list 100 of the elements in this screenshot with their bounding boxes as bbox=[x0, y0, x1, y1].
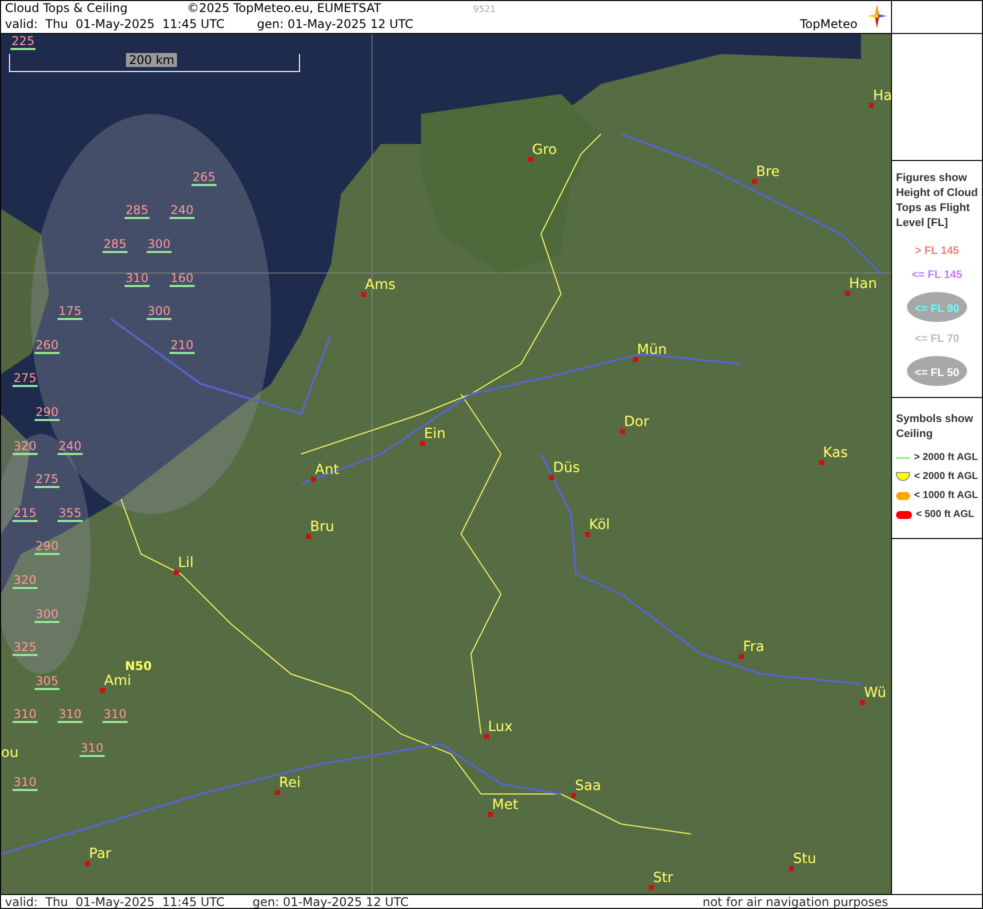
city-marker bbox=[585, 532, 590, 537]
city-label: Lux bbox=[488, 720, 513, 735]
cloud-top-figure: 310 bbox=[58, 708, 82, 723]
city-label: Ant bbox=[315, 463, 339, 478]
city-marker bbox=[869, 103, 874, 108]
cloud-top-figure: 285 bbox=[102, 238, 128, 253]
city-label: Ha bbox=[873, 89, 891, 104]
logo-text: TopMeteo bbox=[800, 17, 858, 32]
cloud-top-figure: 290 bbox=[34, 406, 60, 421]
city-marker bbox=[420, 441, 425, 446]
city-label: Stu bbox=[793, 852, 816, 867]
city-marker bbox=[620, 429, 625, 434]
city-marker bbox=[174, 570, 179, 575]
city-label: Dor bbox=[624, 415, 650, 430]
city-marker bbox=[488, 812, 493, 817]
city-label: Köl bbox=[589, 518, 610, 533]
cloud-top-figure: 320 bbox=[12, 440, 38, 455]
ceiling-label: > 2000 ft AGL bbox=[914, 451, 978, 465]
cloud-top-figure: 260 bbox=[34, 339, 60, 354]
cloud-top-figure: 300 bbox=[146, 238, 172, 253]
flight-level-label: <= FL 145 bbox=[912, 268, 962, 282]
flight-level-label: > FL 145 bbox=[914, 244, 960, 258]
city-label: Lil bbox=[178, 556, 194, 571]
city-label: Par bbox=[89, 847, 112, 862]
city-label: Bre bbox=[756, 165, 780, 180]
city-label: ou bbox=[1, 746, 18, 761]
grid-label: N50 bbox=[125, 659, 152, 674]
city-label: Fra bbox=[743, 640, 764, 655]
city-label: Ams bbox=[365, 278, 396, 293]
cloud-top-figure: 300 bbox=[34, 608, 60, 623]
legend-heading: Symbols show Ceiling bbox=[896, 412, 974, 442]
city-marker bbox=[528, 157, 533, 162]
cloud-top-figure: 175 bbox=[58, 305, 82, 320]
scale-label: 200 km bbox=[126, 53, 178, 67]
cloud-top-figure: 240 bbox=[170, 204, 194, 219]
city-marker bbox=[845, 291, 850, 296]
city-marker bbox=[633, 357, 638, 362]
cloud-top-figure: 325 bbox=[12, 641, 38, 656]
city-label: Mün bbox=[637, 343, 667, 358]
city-marker bbox=[571, 793, 576, 798]
valid-time: valid: Thu 01-May-2025 11:45 UTC bbox=[5, 895, 224, 909]
cloud-top-figure: 310 bbox=[12, 776, 38, 791]
map-title: Cloud Tops & Ceiling bbox=[5, 1, 128, 16]
city-label: Kas bbox=[823, 446, 848, 461]
city-label: Ein bbox=[424, 427, 446, 442]
flight-level-label: <= FL 50 bbox=[914, 367, 960, 379]
city-marker bbox=[85, 861, 90, 866]
cloud-top-figure: 275 bbox=[12, 372, 38, 387]
city-marker bbox=[860, 700, 865, 705]
city-label: Ami bbox=[104, 674, 132, 689]
map-code: 9521 bbox=[473, 4, 496, 17]
legend-heading: Figures show Height of Cloud Tops as Flight Level [FL] bbox=[896, 171, 978, 231]
cloud-top-figure: 320 bbox=[12, 574, 38, 589]
city-label: Saa bbox=[575, 779, 602, 794]
generated-time: gen: 01-May-2025 12 UTC bbox=[252, 895, 409, 909]
cloud-top-figure: 265 bbox=[192, 171, 216, 186]
ceiling-label: < 1000 ft AGL bbox=[914, 489, 978, 503]
city-marker bbox=[306, 534, 311, 539]
city-marker bbox=[752, 179, 757, 184]
city-marker bbox=[311, 477, 316, 482]
city-label: Rei bbox=[279, 776, 301, 791]
cloud-top-figure: 310 bbox=[124, 272, 150, 287]
valid-time: valid: Thu 01-May-2025 11:45 UTC bbox=[5, 17, 224, 32]
city-label: Gro bbox=[532, 143, 557, 158]
cloud-top-figure: 310 bbox=[80, 742, 104, 757]
cloud-top-figure: 210 bbox=[170, 339, 194, 354]
city-marker bbox=[275, 790, 280, 795]
cloud-top-figure: 310 bbox=[102, 708, 128, 723]
cloud-top-figure: 300 bbox=[146, 305, 172, 320]
city-marker bbox=[739, 654, 744, 659]
copyright-text: ©2025 TopMeteo.eu, EUMETSAT bbox=[187, 1, 382, 16]
city-marker bbox=[361, 292, 366, 297]
disclaimer-text: not for air navigation purposes bbox=[702, 895, 888, 909]
cloud-top-figure: 285 bbox=[124, 204, 150, 219]
cloud-top-figure: 160 bbox=[170, 272, 194, 287]
city-marker bbox=[100, 688, 105, 693]
cloud-top-figure: 225 bbox=[10, 35, 36, 50]
flight-level-label: <= FL 90 bbox=[914, 303, 960, 315]
generated-time: gen: 01-May-2025 12 UTC bbox=[257, 17, 414, 32]
city-label: Düs bbox=[553, 461, 580, 476]
flight-level-label: <= FL 70 bbox=[914, 332, 960, 346]
cloud-top-figure: 310 bbox=[12, 708, 38, 723]
city-marker bbox=[789, 866, 794, 871]
city-label: Wü bbox=[864, 686, 886, 701]
ceiling-label: < 2000 ft AGL bbox=[914, 470, 978, 484]
cloud-top-figure: 355 bbox=[58, 507, 82, 522]
city-marker bbox=[649, 885, 654, 890]
city-marker bbox=[484, 734, 489, 739]
cloud-top-figure: 275 bbox=[34, 473, 60, 488]
cloud-top-figure: 215 bbox=[12, 507, 38, 522]
city-label: Bru bbox=[310, 520, 334, 535]
ceiling-label: < 500 ft AGL bbox=[916, 508, 974, 522]
cloud-top-figure: 240 bbox=[58, 440, 82, 455]
city-marker bbox=[549, 475, 554, 480]
city-label: Met bbox=[492, 798, 518, 813]
city-marker bbox=[819, 460, 824, 465]
cloud-top-figure: 290 bbox=[34, 540, 60, 555]
compass-star-icon bbox=[867, 4, 887, 28]
city-label: Han bbox=[849, 277, 877, 292]
city-label: Str bbox=[653, 871, 674, 886]
